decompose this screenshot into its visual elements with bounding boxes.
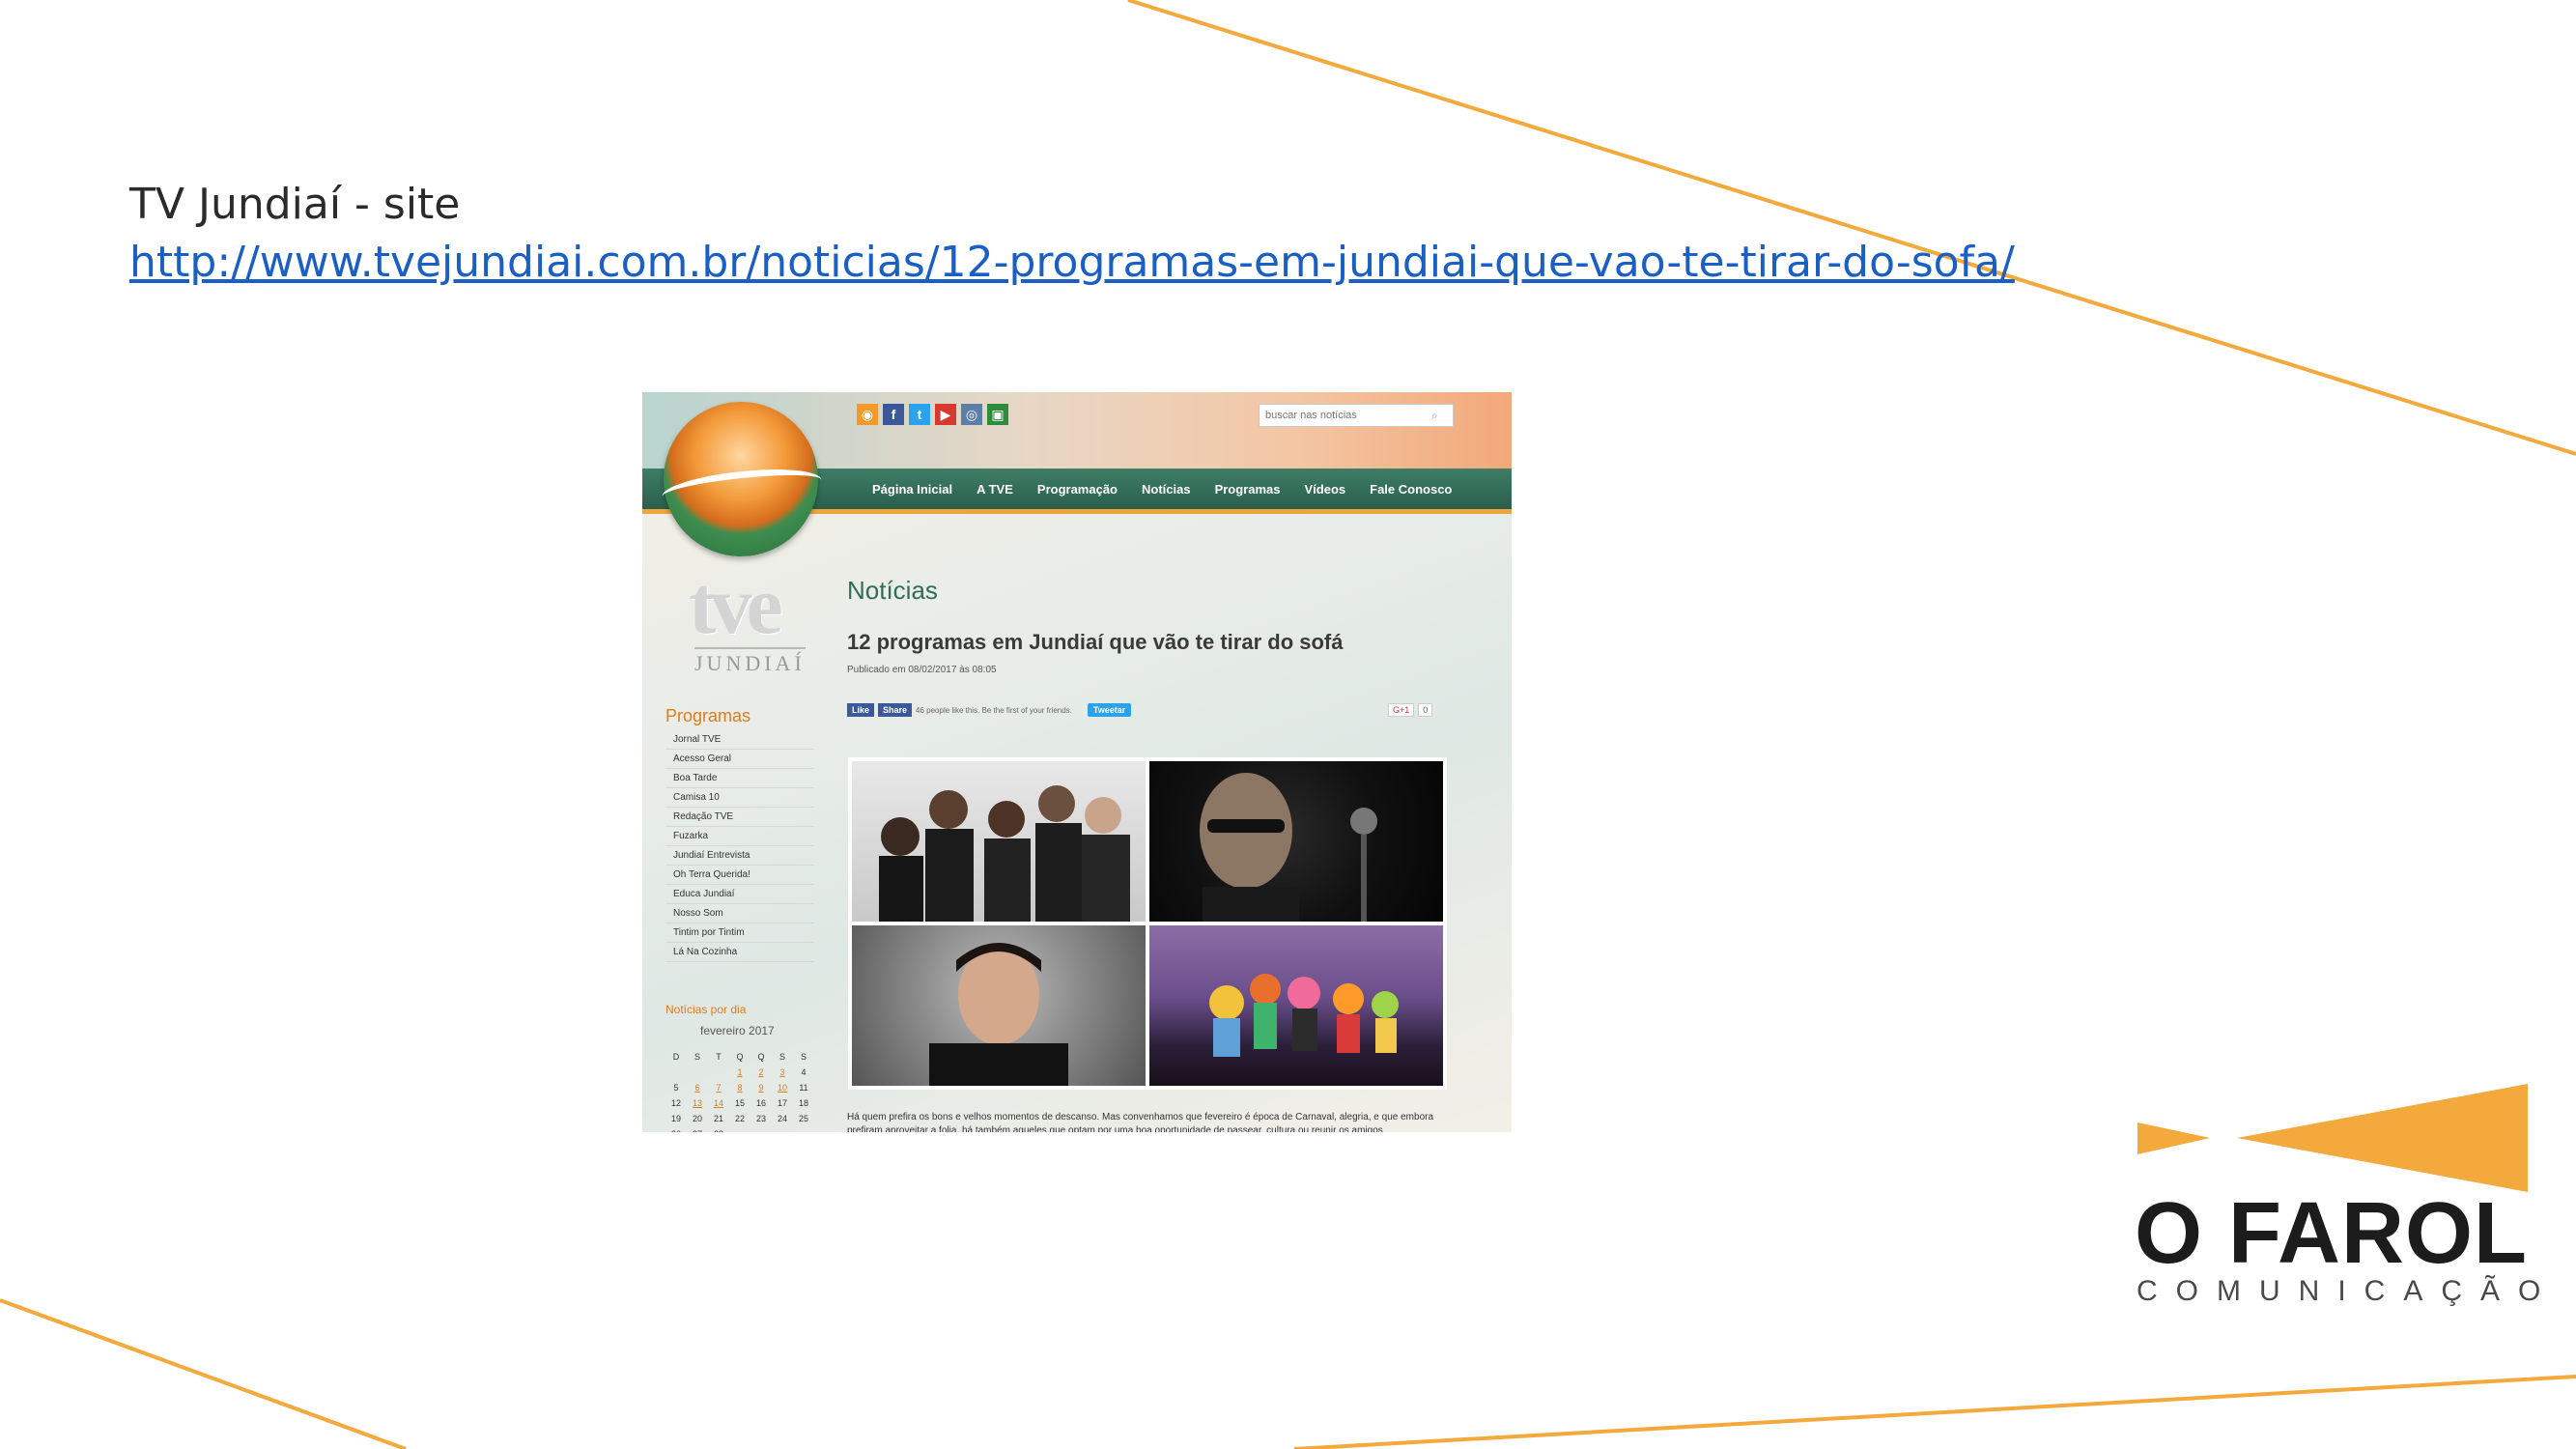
brand-name: O FAROL [2135, 1185, 2528, 1282]
brand-subtitle: COMUNICAÇÃO [2137, 1275, 2560, 1307]
